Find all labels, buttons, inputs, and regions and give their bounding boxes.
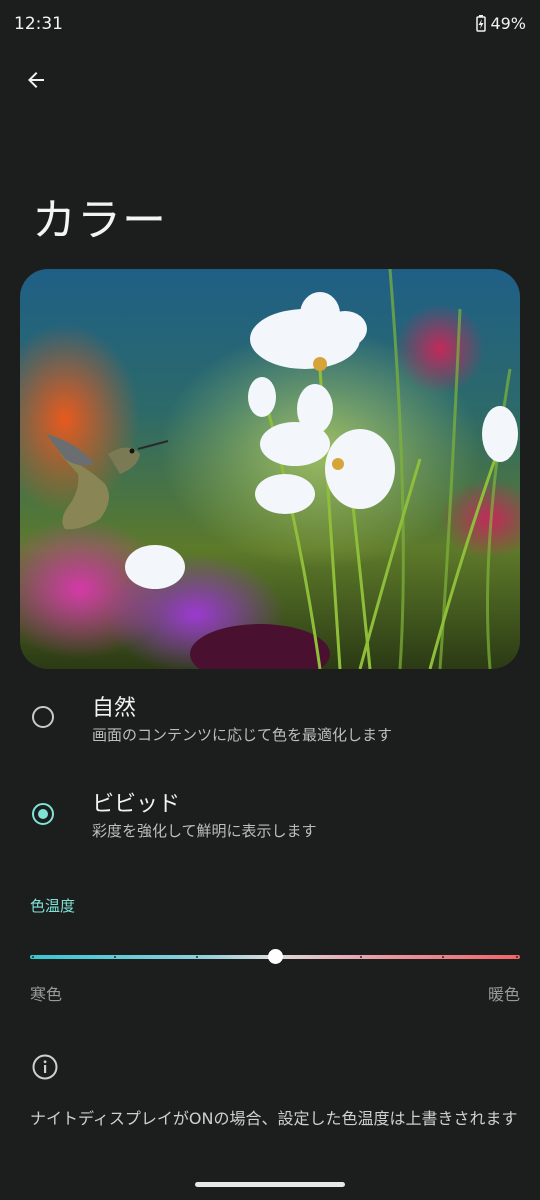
option-vivid[interactable]: ビビッド 彩度を強化して鮮明に表示します bbox=[0, 778, 540, 850]
info-icon bbox=[32, 1054, 58, 1080]
hummingbird-flowers-image bbox=[20, 269, 520, 669]
slider-tick bbox=[442, 956, 444, 958]
slider-tick bbox=[516, 956, 518, 958]
gesture-nav-handle[interactable] bbox=[195, 1182, 345, 1187]
slider-tick bbox=[114, 956, 116, 958]
radio-natural[interactable] bbox=[32, 706, 54, 728]
slider-min-label: 寒色 bbox=[30, 985, 63, 1004]
preview-image bbox=[20, 269, 520, 669]
status-bar: 12:31 49% bbox=[0, 0, 540, 50]
battery-percent: 49% bbox=[490, 14, 526, 33]
status-time: 12:31 bbox=[14, 14, 63, 34]
status-right: 49% bbox=[476, 14, 526, 33]
slider-tick bbox=[360, 956, 362, 958]
slider-max-label: 暖色 bbox=[487, 985, 520, 1004]
back-button[interactable] bbox=[18, 62, 54, 98]
color-temp-slider[interactable] bbox=[30, 946, 520, 968]
option-natural[interactable]: 自然 画面のコンテンツに応じて色を最適化します bbox=[0, 682, 540, 754]
option-natural-subtitle: 画面のコンテンツに応じて色を最適化します bbox=[92, 726, 393, 744]
arrow-back-icon bbox=[28, 72, 44, 88]
page-title: カラー bbox=[32, 195, 167, 246]
info-text: ナイトディスプレイがONの場合、設定した色温度は上書きされます bbox=[30, 1109, 518, 1128]
slider-tick bbox=[32, 956, 34, 958]
slider-tick bbox=[196, 956, 198, 958]
option-natural-title: 自然 bbox=[92, 696, 137, 721]
option-vivid-title: ビビッド bbox=[92, 792, 181, 817]
battery-charging-icon bbox=[476, 15, 487, 32]
option-vivid-subtitle: 彩度を強化して鮮明に表示します bbox=[92, 822, 317, 840]
radio-vivid[interactable] bbox=[32, 803, 54, 825]
slider-thumb[interactable] bbox=[267, 949, 283, 964]
color-temp-label: 色温度 bbox=[30, 897, 76, 915]
